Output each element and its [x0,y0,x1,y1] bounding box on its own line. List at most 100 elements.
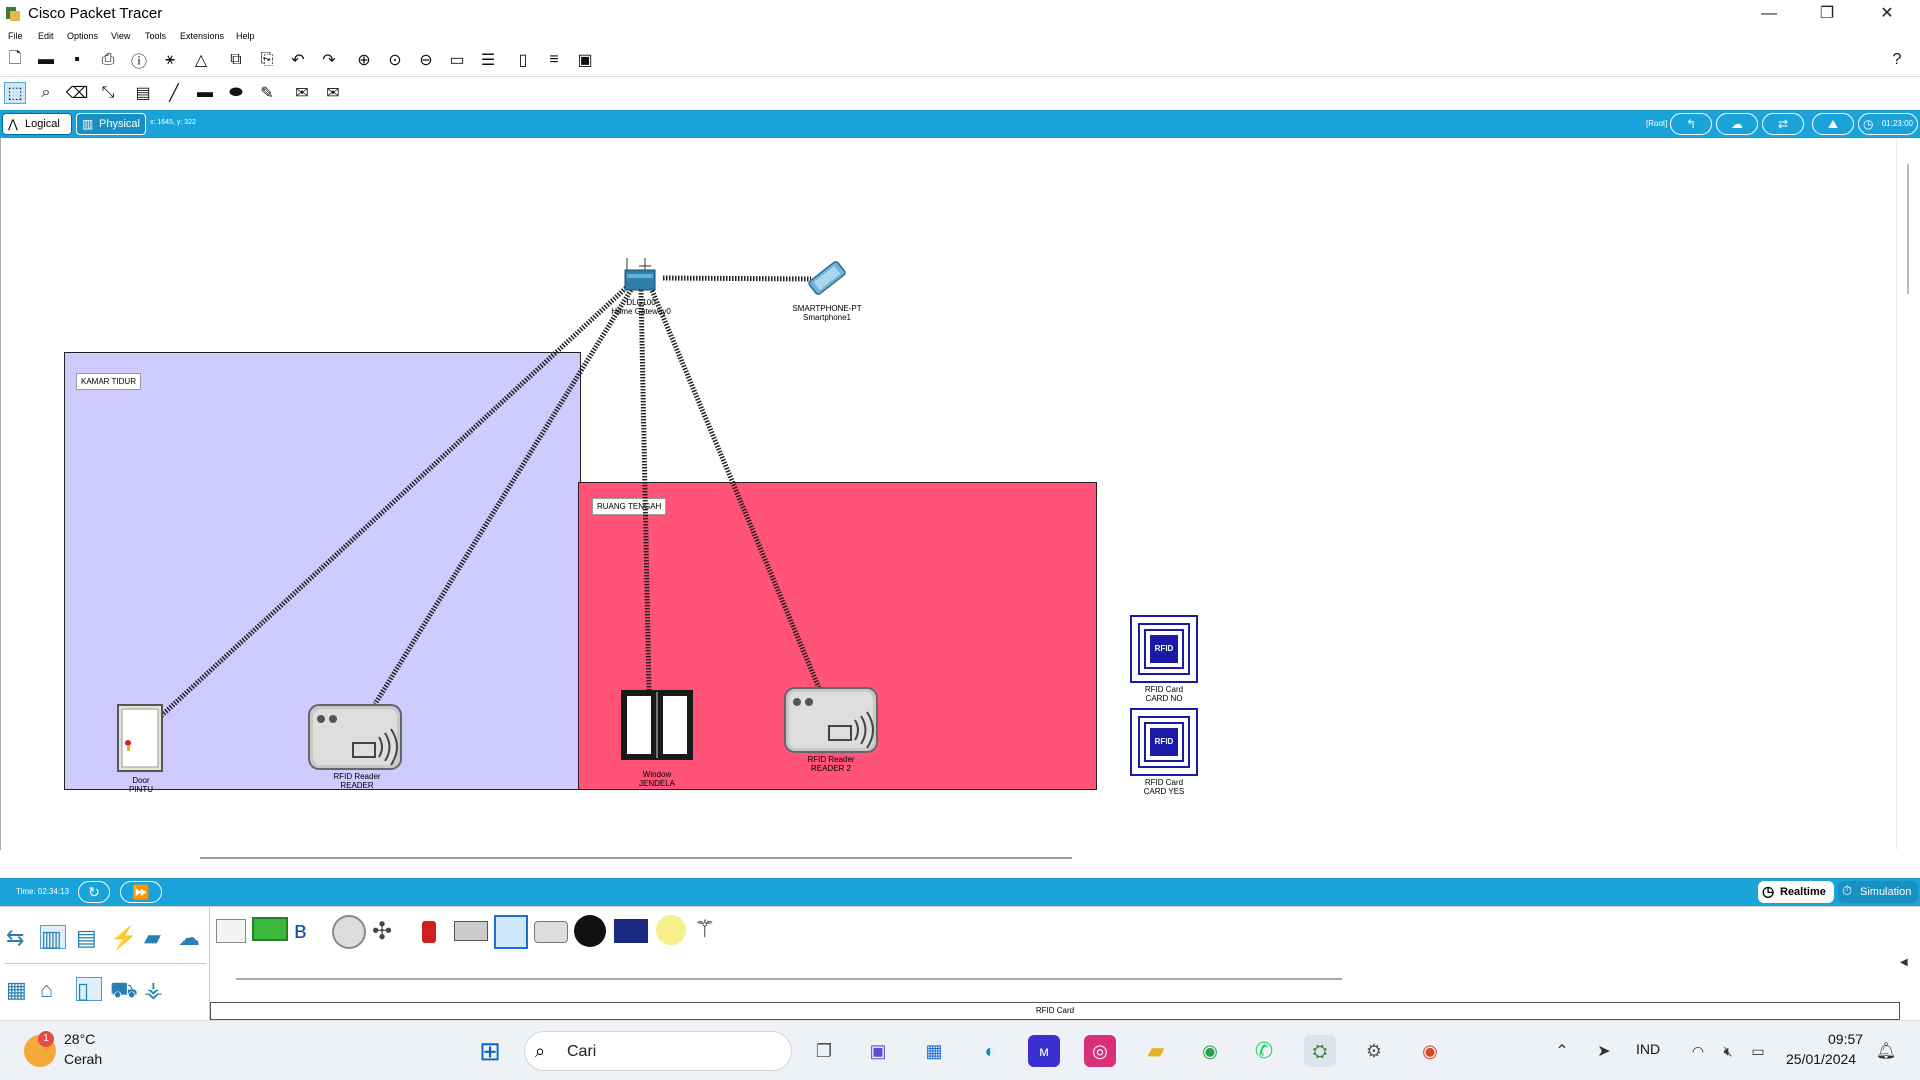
taskbar-search[interactable]: ⌕ Cari [524,1031,792,1071]
viewport-icon[interactable]: ▯ [512,49,534,71]
industrial-sub-icon[interactable]: ⛟ [110,977,138,1002]
components-icon[interactable]: ▤ [76,925,102,950]
weather-temperature[interactable]: 28°C [64,1031,95,1047]
close-button[interactable]: ✕ [1864,2,1910,26]
realtime-mode-button[interactable]: ◷ Realtime [1758,881,1834,903]
fast-forward-time-button[interactable]: ⏩ [120,881,162,903]
location-icon[interactable]: ➤ [1588,1035,1620,1067]
multiuser-icon[interactable]: ☁ [178,925,204,950]
back-navigation-button[interactable]: ↰ [1670,113,1712,135]
move-object-button[interactable]: ⇄ [1762,113,1804,135]
menu-file[interactable]: File [8,31,23,41]
rfid-card-no-icon[interactable]: RFID [1130,615,1198,683]
chrome-profile-icon[interactable]: ◉ [1194,1035,1226,1067]
edge-browser-icon[interactable]: ◐ [974,1035,1006,1067]
custom-devices-icon[interactable]: ☰ [477,49,499,71]
weather-description[interactable]: Cerah [64,1051,102,1067]
menu-extensions[interactable]: Extensions [180,31,224,41]
pdu-list-icon[interactable]: ≡ [543,49,565,71]
logical-workspace[interactable]: KAMAR TIDUR RUANG TENGAH DLC100 Home Gat… [0,138,1896,850]
home-sub-icon[interactable]: ⌂ [40,977,66,1002]
network-devices-icon[interactable]: ⇆ [6,925,32,950]
tab-logical[interactable]: ⋀ Logical [2,113,72,135]
microsoft-store-icon[interactable]: ▦ [918,1035,950,1067]
notifications-bell-icon[interactable]: 🔔︎ [1870,1035,1902,1067]
taskbar-clock-date[interactable]: 25/01/2024 [1786,1051,1856,1067]
resize-tool-icon[interactable]: ⤡ [97,82,119,104]
new-cluster-button[interactable]: ☁ [1716,113,1758,135]
inspect-tool-icon[interactable]: ⌕ [35,82,57,104]
power-cycle-devices-button[interactable]: ↻ [78,881,110,903]
packet-tracer-taskbar-icon[interactable]: ⛭ [1304,1035,1336,1067]
instagram-icon[interactable]: ◎ [1084,1035,1116,1067]
drawing-palette-icon[interactable]: ▭ [446,49,468,71]
chrome-icon[interactable]: ◉ [1414,1035,1446,1067]
whatsapp-icon[interactable]: ✆ [1248,1035,1280,1067]
workspace-vertical-scrollbar[interactable] [1896,138,1920,850]
screenshot-icon[interactable]: ▣ [574,49,596,71]
workspace-horizontal-scrollbar[interactable] [200,857,1072,859]
app-icon-m[interactable]: ᴍ [1028,1035,1060,1067]
viewport-clock-button[interactable]: ◷ 01:23:00 [1858,113,1918,135]
home-gateway-icon[interactable] [621,256,661,296]
help-icon[interactable]: ? [1886,49,1908,71]
display-device-icon[interactable] [454,921,488,941]
rfid-reader-2-icon[interactable] [783,686,879,754]
street-lamp-icon[interactable] [656,915,686,945]
rfid-reader-device-icon[interactable] [534,921,568,943]
window-icon[interactable] [619,688,695,762]
zoom-out-icon[interactable]: ⊖ [415,49,437,71]
meet-chat-icon[interactable]: ▣ [862,1035,894,1067]
network-wizard-icon[interactable]: ⚹ [159,49,181,71]
tab-physical[interactable]: ▥ Physical [76,113,146,135]
smartphone-icon[interactable] [797,258,857,298]
show-hidden-icons-icon[interactable]: ⌃ [1546,1035,1578,1067]
ceiling-speaker-icon[interactable] [332,915,366,949]
copy-icon[interactable]: ⧉ [225,49,247,71]
miscellaneous-icon[interactable]: ▰ [144,925,170,950]
paste-icon[interactable]: ⎘ [256,49,278,71]
set-background-button[interactable]: ⛰ [1812,113,1854,135]
ellipse-tool-icon[interactable]: ⬬ [225,82,247,104]
start-button-icon[interactable]: ⊞ [474,1035,506,1067]
taskbar-clock-time[interactable]: 09:57 [1828,1031,1863,1047]
freeform-tool-icon[interactable]: ✎ [256,82,278,104]
wind-turbine-icon[interactable]: ⚚ [694,915,720,943]
zoom-reset-icon[interactable]: ⊙ [384,49,406,71]
panel-collapse-arrow-icon[interactable]: ◀ [1900,957,1908,968]
activity-wizard-icon[interactable]: △ [190,49,212,71]
file-explorer-icon[interactable]: ▰ [1140,1035,1172,1067]
complex-pdu-icon[interactable]: ✉ [322,82,344,104]
rfid-card-device-icon[interactable] [494,915,528,949]
menu-edit[interactable]: Edit [38,31,54,41]
new-file-icon[interactable]: 🗋 [4,49,26,71]
drone-icon[interactable]: ✣ [372,917,398,945]
open-folder-icon[interactable]: ▬ [35,49,57,71]
save-icon[interactable]: ▪ [66,49,88,71]
device-thing-1-icon[interactable] [216,919,246,943]
simple-pdu-icon[interactable]: ✉ [291,82,313,104]
power-grid-sub-icon[interactable]: ⚶ [144,977,170,1002]
menu-view[interactable]: View [111,31,130,41]
smart-city-sub-icon[interactable]: ▯ [76,977,102,1003]
end-devices-icon[interactable]: ▥ [40,925,66,951]
settings-icon[interactable]: ⚙ [1358,1035,1390,1067]
menu-options[interactable]: Options [67,31,98,41]
print-icon[interactable]: ⎙ [97,49,119,71]
fire-sensor-icon[interactable] [422,921,436,943]
maximize-button[interactable]: ❐ [1804,2,1850,26]
end-devices-sub-icon[interactable]: ▦ [6,977,32,1002]
rfid-card-yes-icon[interactable]: RFID [1130,708,1198,776]
volume-muted-icon[interactable]: 🔇︎ [1712,1035,1744,1067]
battery-icon[interactable]: ▭ [1742,1035,1774,1067]
bluetooth-speaker-icon[interactable]: ʙ [294,917,320,944]
input-language[interactable]: IND [1636,1041,1660,1057]
battery-device-icon[interactable] [252,917,288,941]
task-view-icon[interactable]: ❐ [808,1035,840,1067]
rectangle-tool-icon[interactable]: ▬ [194,82,216,104]
rfid-reader-icon[interactable] [307,703,403,771]
redo-icon[interactable]: ↷ [318,49,340,71]
line-tool-icon[interactable]: ╱ [163,82,185,104]
menu-tools[interactable]: Tools [145,31,166,41]
wifi-icon[interactable]: ◠ [1682,1035,1714,1067]
